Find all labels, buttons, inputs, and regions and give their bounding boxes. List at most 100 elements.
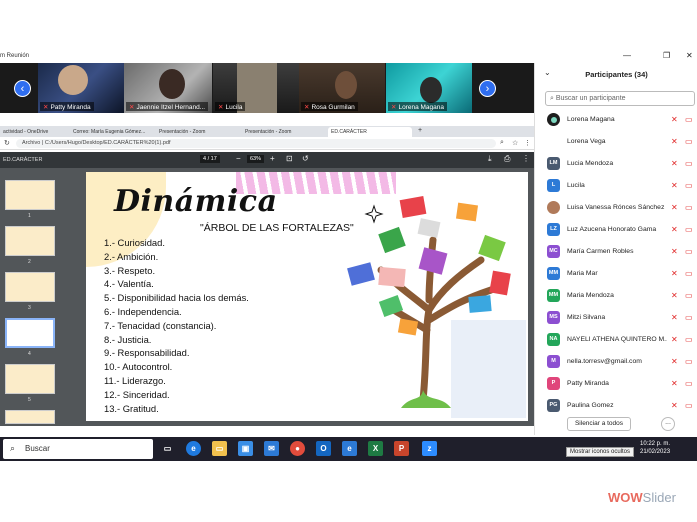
video-tile[interactable]: ✕ Lorena Magana xyxy=(386,63,472,113)
video-next-button[interactable]: › xyxy=(479,80,496,97)
participant-row[interactable]: NA NAYELI ATHENA QUINTERO M... ✕ ▭ xyxy=(535,329,697,351)
participant-search-input[interactable]: ⌕ Buscar un participante xyxy=(545,91,695,106)
muted-mic-icon[interactable]: ✕ xyxy=(671,313,678,322)
minimize-icon[interactable]: — xyxy=(623,51,631,60)
refresh-icon[interactable]: ↻ xyxy=(4,139,10,147)
more-vert-icon[interactable]: ⋮ xyxy=(522,154,530,163)
browser-tab[interactable]: Correo: María Eugenia Gómez... xyxy=(70,127,150,137)
book-icon xyxy=(347,262,375,286)
muted-mic-icon[interactable]: ✕ xyxy=(671,357,678,366)
participant-row[interactable]: LZ Luz Azucena Honorato Gama ✕ ▭ xyxy=(535,219,697,241)
mail-icon[interactable]: ✉ xyxy=(264,441,279,456)
camera-off-icon[interactable]: ▭ xyxy=(685,115,693,124)
camera-off-icon[interactable]: ▭ xyxy=(685,379,693,388)
muted-mic-icon[interactable]: ✕ xyxy=(671,137,678,146)
browser-tab[interactable]: Presentación - Zoom xyxy=(242,127,322,137)
page-thumbnail[interactable] xyxy=(5,226,55,256)
more-options-button[interactable]: ... xyxy=(661,417,675,431)
zoom-icon[interactable]: ⌕ xyxy=(500,139,504,147)
page-thumbnail[interactable] xyxy=(5,180,55,210)
participant-row[interactable]: M nella.torresv@gmail.com ✕ ▭ xyxy=(535,351,697,373)
zoom-icon[interactable]: z xyxy=(422,441,437,456)
star-icon[interactable]: ☆ xyxy=(512,139,518,147)
close-icon[interactable]: ✕ xyxy=(686,51,693,60)
page-thumbnail[interactable] xyxy=(5,364,55,394)
page-thumbnail-selected[interactable] xyxy=(5,318,55,348)
camera-off-icon[interactable]: ▭ xyxy=(685,291,693,300)
browser-tab-label: ED.CARÁCTER xyxy=(331,129,367,135)
muted-mic-icon[interactable]: ✕ xyxy=(671,159,678,168)
camera-off-icon[interactable]: ▭ xyxy=(685,159,693,168)
outlook-icon[interactable]: O xyxy=(316,441,331,456)
participant-row[interactable]: MM Maria Mar ✕ ▭ xyxy=(535,263,697,285)
fit-page-icon[interactable]: ⊡ xyxy=(286,154,293,163)
internet-explorer-icon[interactable]: e xyxy=(342,441,357,456)
camera-off-icon[interactable]: ▭ xyxy=(685,401,693,410)
muted-mic-icon[interactable]: ✕ xyxy=(671,181,678,190)
participant-row[interactable]: L Lucila ✕ ▭ xyxy=(535,175,697,197)
video-tile[interactable]: ✕ Rosa Gurmilan xyxy=(299,63,385,113)
camera-off-icon[interactable]: ▭ xyxy=(685,313,693,322)
camera-off-icon[interactable]: ▭ xyxy=(685,247,693,256)
muted-mic-icon[interactable]: ✕ xyxy=(671,225,678,234)
taskbar-search[interactable]: ⌕ Buscar xyxy=(3,439,153,459)
browser-tab[interactable]: actividad - OneDrive xyxy=(0,127,60,137)
store-icon[interactable]: ▣ xyxy=(238,441,253,456)
participant-row[interactable]: MS Mitzi Silvana ✕ ▭ xyxy=(535,307,697,329)
participant-row[interactable]: Lorena Vega ✕ ▭ xyxy=(535,131,697,153)
participant-row[interactable]: MM Maria Mendoza ✕ ▭ xyxy=(535,285,697,307)
muted-mic-icon[interactable]: ✕ xyxy=(671,247,678,256)
camera-off-icon[interactable]: ▭ xyxy=(685,137,693,146)
browser-tab-active[interactable]: ED.CARÁCTER xyxy=(328,127,412,137)
page-indicator[interactable]: 4 / 17 xyxy=(200,155,220,163)
page-thumbnail[interactable] xyxy=(5,272,55,302)
camera-off-icon[interactable]: ▭ xyxy=(685,335,693,344)
video-tile[interactable]: ✕ Patty Miranda xyxy=(38,63,124,113)
participant-row[interactable]: Lorena Magana ✕ ▭ xyxy=(535,109,697,131)
rotate-icon[interactable]: ↺ xyxy=(302,154,309,163)
browser-tab[interactable]: Presentación - Zoom xyxy=(156,127,236,137)
maximize-icon[interactable]: ❐ xyxy=(663,51,670,60)
participant-row[interactable]: LM Lucia Mendoza ✕ ▭ xyxy=(535,153,697,175)
menu-icon[interactable]: ⋮ xyxy=(524,139,531,147)
camera-off-icon[interactable]: ▭ xyxy=(685,357,693,366)
camera-off-icon[interactable]: ▭ xyxy=(685,269,693,278)
participant-row[interactable]: MC María Carmen Robles ✕ ▭ xyxy=(535,241,697,263)
participant-row[interactable]: P Patty Miranda ✕ ▭ xyxy=(535,373,697,395)
zoom-level[interactable]: 63% xyxy=(247,155,265,163)
camera-off-icon[interactable]: ▭ xyxy=(685,225,693,234)
muted-mic-icon[interactable]: ✕ xyxy=(671,115,678,124)
participant-name: nella.torresv@gmail.com xyxy=(567,358,642,365)
muted-mic-icon[interactable]: ✕ xyxy=(671,335,678,344)
book-icon xyxy=(417,218,441,238)
participant-row[interactable]: Luisa Vanessa Rónces Sánchez ✕ ▭ xyxy=(535,197,697,219)
task-view-icon[interactable]: ▭ xyxy=(160,441,175,456)
muted-mic-icon[interactable]: ✕ xyxy=(671,291,678,300)
avatar: LM xyxy=(547,157,560,170)
video-tile[interactable]: ✕ Lucila xyxy=(213,63,299,113)
print-icon[interactable]: ⎙ xyxy=(504,154,510,164)
powerpoint-icon[interactable]: P xyxy=(394,441,409,456)
page-total: / 17 xyxy=(207,156,217,162)
muted-mic-icon[interactable]: ✕ xyxy=(671,401,678,410)
zoom-in-icon[interactable]: + xyxy=(270,154,275,163)
url-field[interactable]: Archivo | C:/Users/Hugo/Desktop/ED.CARÁC… xyxy=(16,139,496,148)
download-icon[interactable]: ⤓ xyxy=(488,154,492,164)
muted-mic-icon[interactable]: ✕ xyxy=(671,379,678,388)
file-explorer-icon[interactable]: ▭ xyxy=(212,441,227,456)
participant-row[interactable]: PG Paulina Gomez ✕ ▭ xyxy=(535,395,697,417)
taskbar-clock[interactable]: 10:22 p. m. 21/02/2023 xyxy=(640,440,670,456)
mute-all-button[interactable]: Silenciar a todos xyxy=(567,417,631,431)
camera-off-icon[interactable]: ▭ xyxy=(685,203,693,212)
new-tab-icon[interactable]: + xyxy=(418,127,422,134)
edge-icon[interactable]: e xyxy=(186,441,201,456)
muted-mic-icon[interactable]: ✕ xyxy=(671,203,678,212)
camera-off-icon[interactable]: ▭ xyxy=(685,181,693,190)
muted-mic-icon[interactable]: ✕ xyxy=(671,269,678,278)
page-thumbnail[interactable] xyxy=(5,410,55,424)
zoom-out-icon[interactable]: − xyxy=(236,154,241,163)
excel-icon[interactable]: X xyxy=(368,441,383,456)
chrome-icon[interactable]: ● xyxy=(290,441,305,456)
video-tile[interactable]: ✕ Jaennie Itzel Hernand... xyxy=(124,63,212,113)
video-prev-button[interactable]: ‹ xyxy=(14,80,31,97)
